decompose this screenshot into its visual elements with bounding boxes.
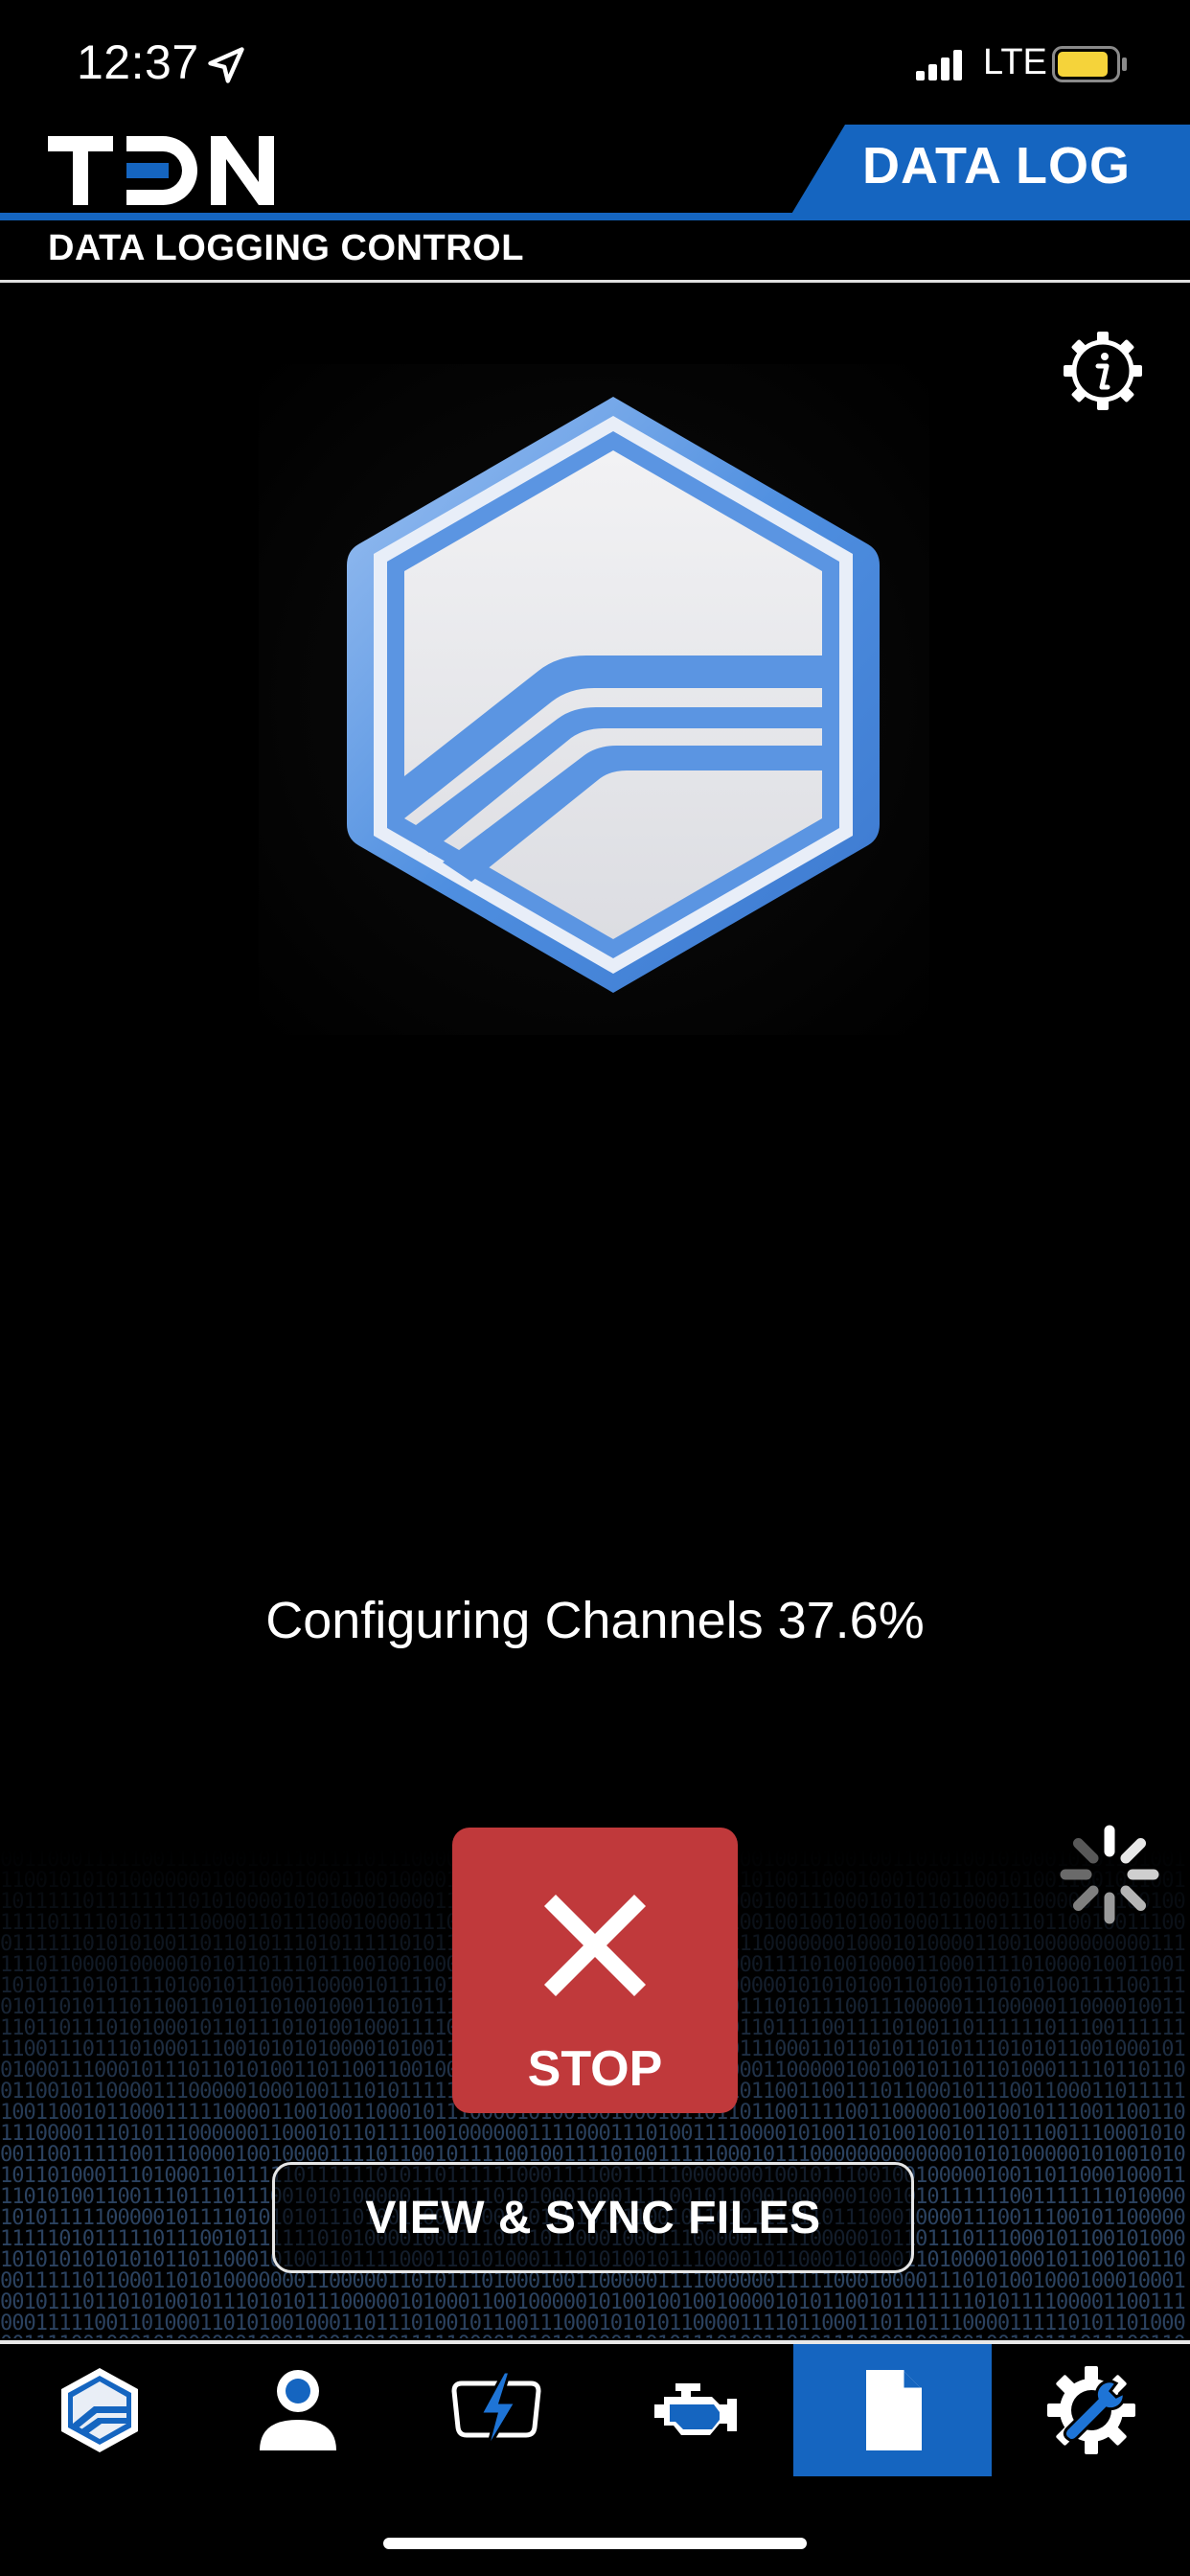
user-icon	[259, 2370, 336, 2450]
loading-spinner-icon	[1060, 1825, 1159, 1924]
progress-status-text: Configuring Channels 37.6%	[265, 1592, 925, 1649]
tab-engine[interactable]	[595, 2344, 793, 2476]
sync-button-label: VIEW & SYNC FILES	[365, 2192, 821, 2243]
network-type: LTE	[983, 42, 1047, 82]
status-time: 12:37	[77, 35, 199, 89]
battery-icon	[1052, 46, 1127, 82]
header-divider	[0, 280, 1190, 283]
signal-bars-icon	[916, 50, 962, 80]
info-gear-icon[interactable]	[1062, 330, 1144, 412]
close-x-icon	[544, 1895, 646, 1996]
tab-performance[interactable]	[397, 2344, 595, 2476]
tdn-logo	[48, 136, 274, 205]
tab-files[interactable]	[793, 2344, 992, 2476]
gear-wrench-icon	[1046, 2366, 1135, 2454]
tdn-badge-icon	[60, 2368, 138, 2452]
document-icon	[865, 2370, 922, 2450]
stop-button[interactable]: STOP	[452, 1828, 738, 2113]
screen-title: DATA LOG	[862, 137, 1131, 195]
home-indicator	[383, 2538, 807, 2549]
header-accent-line	[0, 213, 1190, 220]
view-sync-files-button[interactable]: VIEW & SYNC FILES	[272, 2162, 914, 2273]
tab-home[interactable]	[0, 2344, 198, 2476]
section-subtitle: DATA LOGGING CONTROL	[48, 228, 524, 268]
lightning-icon	[450, 2370, 541, 2451]
tab-settings[interactable]	[992, 2344, 1190, 2476]
tab-profile[interactable]	[198, 2344, 397, 2476]
tdn-hexagon-badge-icon	[347, 397, 880, 993]
stop-label: STOP	[527, 2041, 663, 2097]
location-arrow-icon	[208, 47, 244, 83]
engine-icon	[653, 2383, 737, 2435]
